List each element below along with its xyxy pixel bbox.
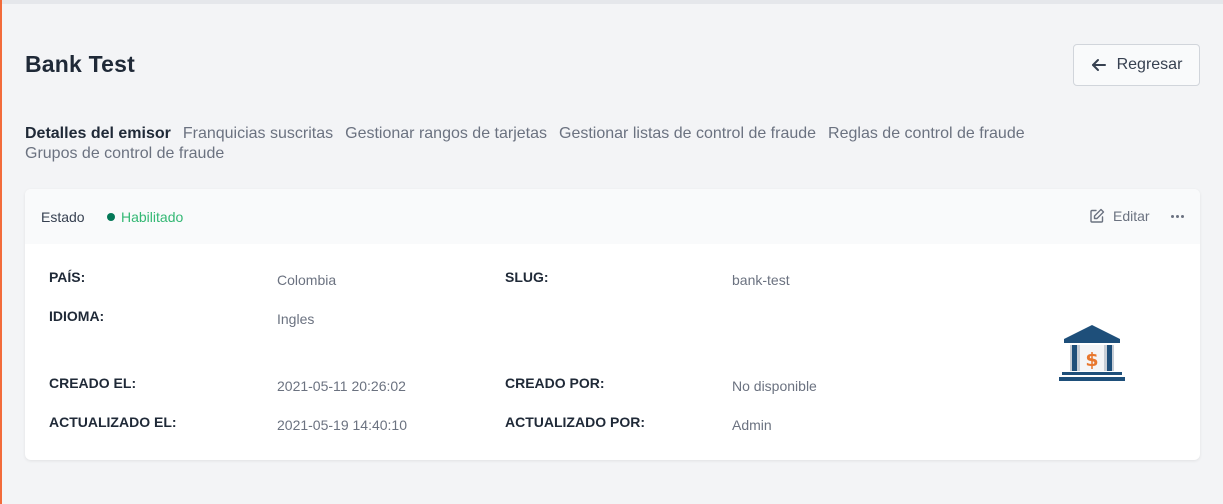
back-button-label: Regresar	[1116, 56, 1183, 73]
status-badge: Habilitado	[121, 209, 184, 225]
country-value: Colombia	[277, 272, 337, 288]
updated-by-value: Admin	[732, 417, 772, 433]
created-at-value: 2021-05-11 20:26:02	[277, 378, 406, 394]
status-dot	[107, 213, 115, 221]
top-divider	[2, 0, 1223, 4]
updated-at-label: ACTUALIZADO EL:	[49, 414, 177, 430]
edit-icon	[1090, 208, 1105, 223]
back-button[interactable]: Regresar	[1073, 44, 1200, 86]
tab-bar: Detalles del emisor Franquicias suscritas…	[25, 124, 1205, 164]
slug-label: SLUG:	[505, 269, 549, 285]
svg-text:$: $	[1085, 349, 1098, 371]
created-by-value: No disponible	[732, 378, 817, 394]
tab-fraud-control-lists[interactable]: Gestionar listas de control de fraude	[559, 125, 816, 142]
issuer-details-card: Estado Habilitado Editar PAÍS: Colombia …	[25, 189, 1200, 460]
created-by-label: CREADO POR:	[505, 375, 605, 391]
arrow-left-icon	[1091, 59, 1106, 71]
left-accent-bar	[0, 0, 2, 504]
edit-button-label: Editar	[1113, 208, 1150, 224]
status-label: Estado	[41, 209, 85, 225]
created-at-label: CREADO EL:	[49, 375, 137, 391]
tab-card-ranges[interactable]: Gestionar rangos de tarjetas	[345, 125, 547, 142]
slug-value: bank-test	[732, 272, 790, 288]
language-value: Ingles	[277, 311, 315, 327]
tab-fraud-control-rules[interactable]: Reglas de control de fraude	[828, 125, 1025, 142]
bank-icon: $	[1059, 325, 1125, 381]
more-options-button[interactable]	[1169, 207, 1185, 225]
card-header: Estado Habilitado Editar	[25, 189, 1200, 244]
more-horizontal-icon	[1170, 214, 1174, 218]
tab-subscribed-franchises[interactable]: Franquicias suscritas	[183, 125, 333, 142]
updated-at-value: 2021-05-19 14:40:10	[277, 417, 407, 433]
tab-issuer-details[interactable]: Detalles del emisor	[25, 125, 171, 142]
language-label: IDIOMA:	[49, 308, 105, 324]
edit-button[interactable]: Editar	[1089, 208, 1150, 224]
country-label: PAÍS:	[49, 269, 86, 285]
tab-fraud-control-groups[interactable]: Grupos de control de fraude	[25, 145, 224, 162]
updated-by-label: ACTUALIZADO POR:	[505, 414, 645, 430]
page: Bank Test Regresar Detalles del emisor Fr…	[0, 0, 1223, 504]
page-title: Bank Test	[25, 51, 136, 77]
